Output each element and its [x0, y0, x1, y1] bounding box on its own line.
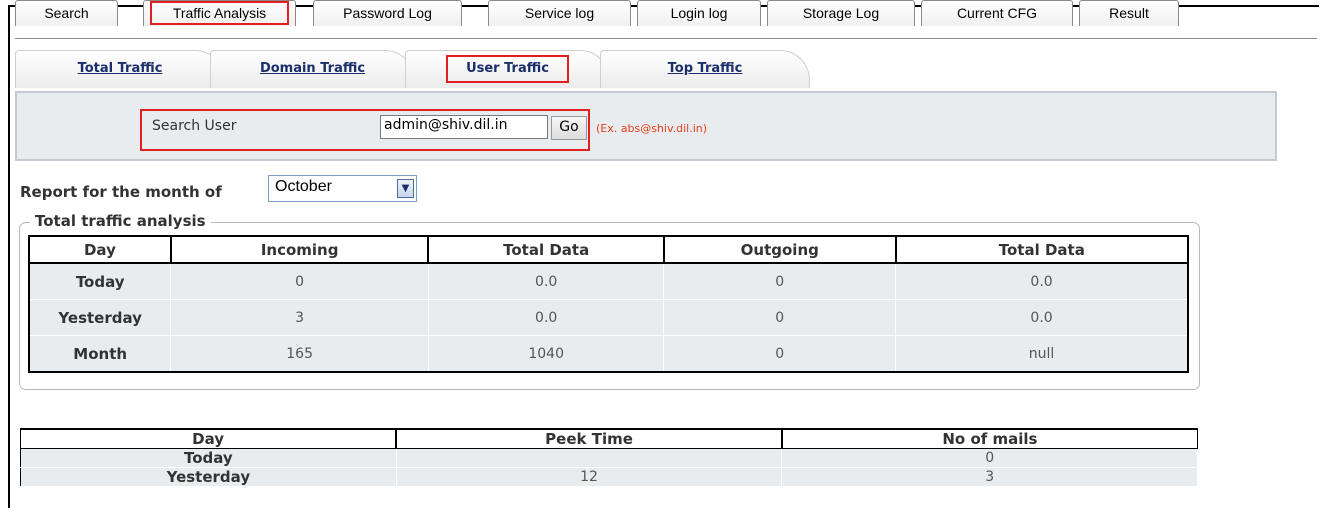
table-cell: 0	[170, 263, 429, 300]
table-cell: 3	[170, 299, 429, 336]
table-cell: Yesterday	[20, 467, 397, 487]
table-header-row: Day Incoming Total Data Outgoing Total D…	[29, 236, 1188, 264]
search-user-label: Search User	[152, 118, 237, 134]
column-header: Total Data	[895, 236, 1188, 264]
subtab-top-traffic[interactable]: Top Traffic	[600, 50, 810, 88]
table-cell: 0	[781, 448, 1198, 468]
traffic-table: Day Incoming Total Data Outgoing Total D…	[28, 235, 1189, 373]
go-button[interactable]: Go	[551, 116, 587, 140]
table-cell: 0.0	[895, 299, 1189, 336]
table-cell: 0	[663, 335, 897, 373]
column-header: Peek Time	[396, 428, 783, 449]
table-row: Month 165 1040 0 null	[29, 335, 1189, 373]
traffic-legend: Total traffic analysis	[30, 212, 211, 230]
table-cell: 165	[170, 335, 429, 373]
table-cell: Yesterday	[29, 299, 172, 336]
table-cell: 0.0	[895, 263, 1189, 300]
month-select[interactable]: October ▼	[268, 175, 417, 202]
tab-traffic-analysis[interactable]: Traffic Analysis	[143, 0, 296, 26]
table-cell: Today	[29, 263, 172, 300]
report-month-label: Report for the month of	[20, 183, 222, 201]
tab-divider	[15, 38, 1317, 39]
column-header: Incoming	[170, 236, 430, 264]
column-header: Day	[29, 236, 172, 264]
month-select-value: October	[275, 178, 332, 195]
column-header: No of mails	[781, 428, 1198, 449]
column-header: Outgoing	[663, 236, 897, 264]
tab-search[interactable]: Search	[15, 0, 118, 26]
table-cell: 12	[396, 467, 783, 487]
table-cell: 0.0	[428, 299, 665, 336]
subtab-total-traffic[interactable]: Total Traffic	[15, 50, 225, 88]
table-cell: Today	[20, 448, 397, 468]
tab-current-cfg[interactable]: Current CFG	[921, 0, 1073, 26]
table-row: Yesterday 3 0.0 0 0.0	[29, 299, 1189, 336]
peak-time-table: Day Peek Time No of mails Today 0 Yester…	[20, 428, 1198, 487]
table-row: Yesterday 12 3	[20, 467, 1198, 487]
table-cell: 0	[663, 263, 897, 300]
table-cell: 1040	[428, 335, 665, 373]
table-header-row: Day Peek Time No of mails	[20, 428, 1198, 449]
table-cell: 0.0	[428, 263, 665, 300]
subtab-domain-traffic[interactable]: Domain Traffic	[210, 50, 415, 88]
table-cell: Month	[29, 335, 172, 373]
tab-result[interactable]: Result	[1079, 0, 1179, 26]
search-user-input[interactable]: admin@shiv.dil.in	[380, 115, 548, 139]
table-cell: 0	[663, 299, 897, 336]
table-row: Today 0 0.0 0 0.0	[29, 263, 1189, 300]
subtab-user-traffic[interactable]: User Traffic	[405, 50, 610, 88]
column-header: Day	[20, 428, 398, 449]
search-example-hint: (Ex. abs@shiv.dil.in)	[596, 122, 708, 135]
table-cell: null	[895, 335, 1189, 373]
tab-login-log[interactable]: Login log	[637, 0, 761, 26]
column-header: Total Data	[428, 236, 665, 264]
chevron-down-icon[interactable]: ▼	[397, 179, 414, 198]
tab-storage-log[interactable]: Storage Log	[767, 0, 915, 26]
table-cell: 3	[781, 467, 1198, 487]
tab-password-log[interactable]: Password Log	[313, 0, 462, 26]
table-cell	[396, 448, 783, 468]
tab-service-log[interactable]: Service log	[488, 0, 631, 26]
table-row: Today 0	[20, 448, 1198, 468]
